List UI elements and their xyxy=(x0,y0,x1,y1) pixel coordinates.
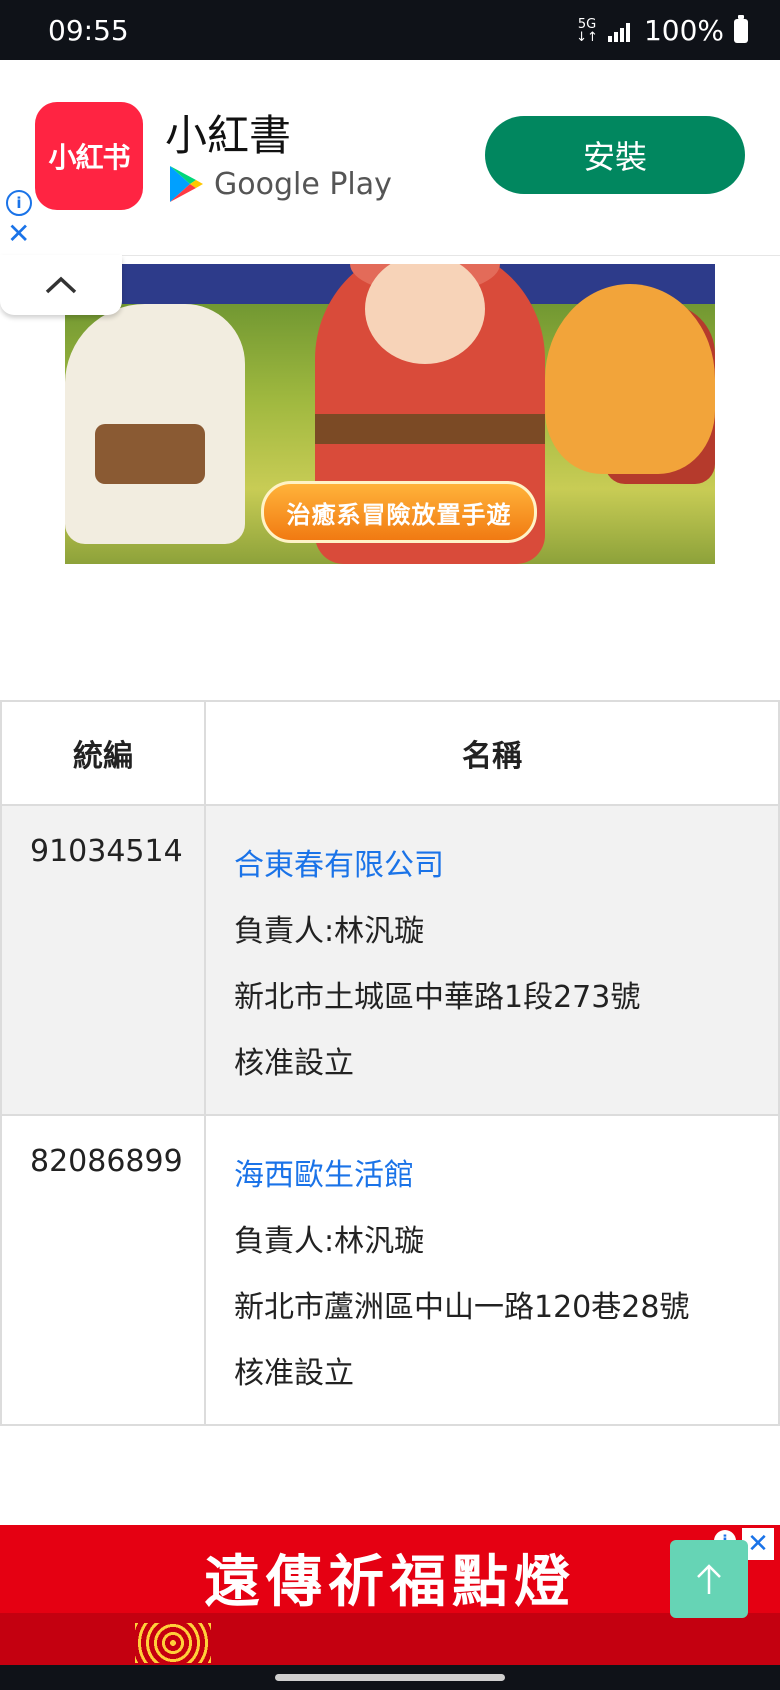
collapse-ad-button[interactable] xyxy=(0,255,122,315)
battery-percent: 100% xyxy=(643,14,724,47)
ad-close-icon[interactable]: ✕ xyxy=(7,220,30,248)
company-name-link[interactable]: 合東春有限公司 xyxy=(234,850,778,882)
ad-app-name[interactable]: 小紅書 xyxy=(165,102,291,163)
status-bar: 09:55 5G ↓↑ 100% xyxy=(0,0,780,60)
network-5g-icon: 5G ↓↑ xyxy=(576,16,598,45)
arrow-up-icon xyxy=(697,1564,721,1594)
install-button[interactable]: 安裝 xyxy=(485,116,745,194)
table-row: 82086899 海西歐生活館 負責人:林汎璇 新北市蘆洲區中山一路120巷28… xyxy=(0,1114,780,1426)
company-info-cell: 海西歐生活館 負責人:林汎璇 新北市蘆洲區中山一路120巷28號 核准設立 xyxy=(204,1114,780,1426)
google-play-icon xyxy=(170,166,203,202)
lantern-dots-decoration xyxy=(135,1623,211,1663)
xiaohongshu-app-icon[interactable]: 小紅书 xyxy=(35,102,143,210)
bottom-ad-title: 遠傳祈福點燈 xyxy=(204,1550,576,1615)
game-ad-banner[interactable]: 治癒系冒險放置手遊 xyxy=(65,264,715,564)
company-table: 統編 名稱 91034514 合東春有限公司 負責人:林汎璇 新北市土城區中華路… xyxy=(0,700,780,1426)
scroll-to-top-button[interactable] xyxy=(670,1540,748,1618)
clock: 09:55 xyxy=(48,14,129,47)
app-install-ad[interactable]: 小紅书 小紅書 Google Play 安裝 i ✕ xyxy=(0,60,780,256)
chevron-up-icon xyxy=(45,276,77,294)
bottom-banner-ad[interactable]: 遠傳祈福點燈 xyxy=(0,1525,780,1665)
google-play-badge: Google Play xyxy=(168,164,392,204)
company-info-cell: 合東春有限公司 負責人:林汎璇 新北市土城區中華路1段273號 核准設立 xyxy=(204,804,780,1116)
ad-info-icon[interactable]: i xyxy=(6,190,32,216)
header-tax-id: 統編 xyxy=(0,700,206,806)
owner-text: 負責人:林汎璇 xyxy=(234,1224,425,1259)
status-text: 核准設立 xyxy=(234,1356,354,1391)
signal-icon xyxy=(607,22,630,42)
address-text: 新北市蘆洲區中山一路120巷28號 xyxy=(234,1290,690,1325)
banner-tagline: 治癒系冒險放置手遊 xyxy=(261,481,537,543)
header-name: 名稱 xyxy=(204,700,780,806)
tax-id-cell: 82086899 xyxy=(0,1114,206,1426)
status-icons: 5G ↓↑ 100% xyxy=(576,14,748,47)
status-text: 核准設立 xyxy=(234,1046,354,1081)
table-row: 91034514 合東春有限公司 負責人:林汎璇 新北市土城區中華路1段273號… xyxy=(0,804,780,1116)
battery-icon xyxy=(734,14,748,43)
address-text: 新北市土城區中華路1段273號 xyxy=(234,980,641,1015)
store-name: Google Play xyxy=(214,166,392,202)
tax-id-cell: 91034514 xyxy=(0,804,206,1116)
table-header: 統編 名稱 xyxy=(0,700,780,806)
character-right xyxy=(545,284,715,474)
system-nav-bar xyxy=(0,1665,780,1690)
home-gesture-handle[interactable] xyxy=(275,1674,505,1681)
owner-text: 負責人:林汎璇 xyxy=(234,914,425,949)
company-name-link[interactable]: 海西歐生活館 xyxy=(234,1160,778,1192)
